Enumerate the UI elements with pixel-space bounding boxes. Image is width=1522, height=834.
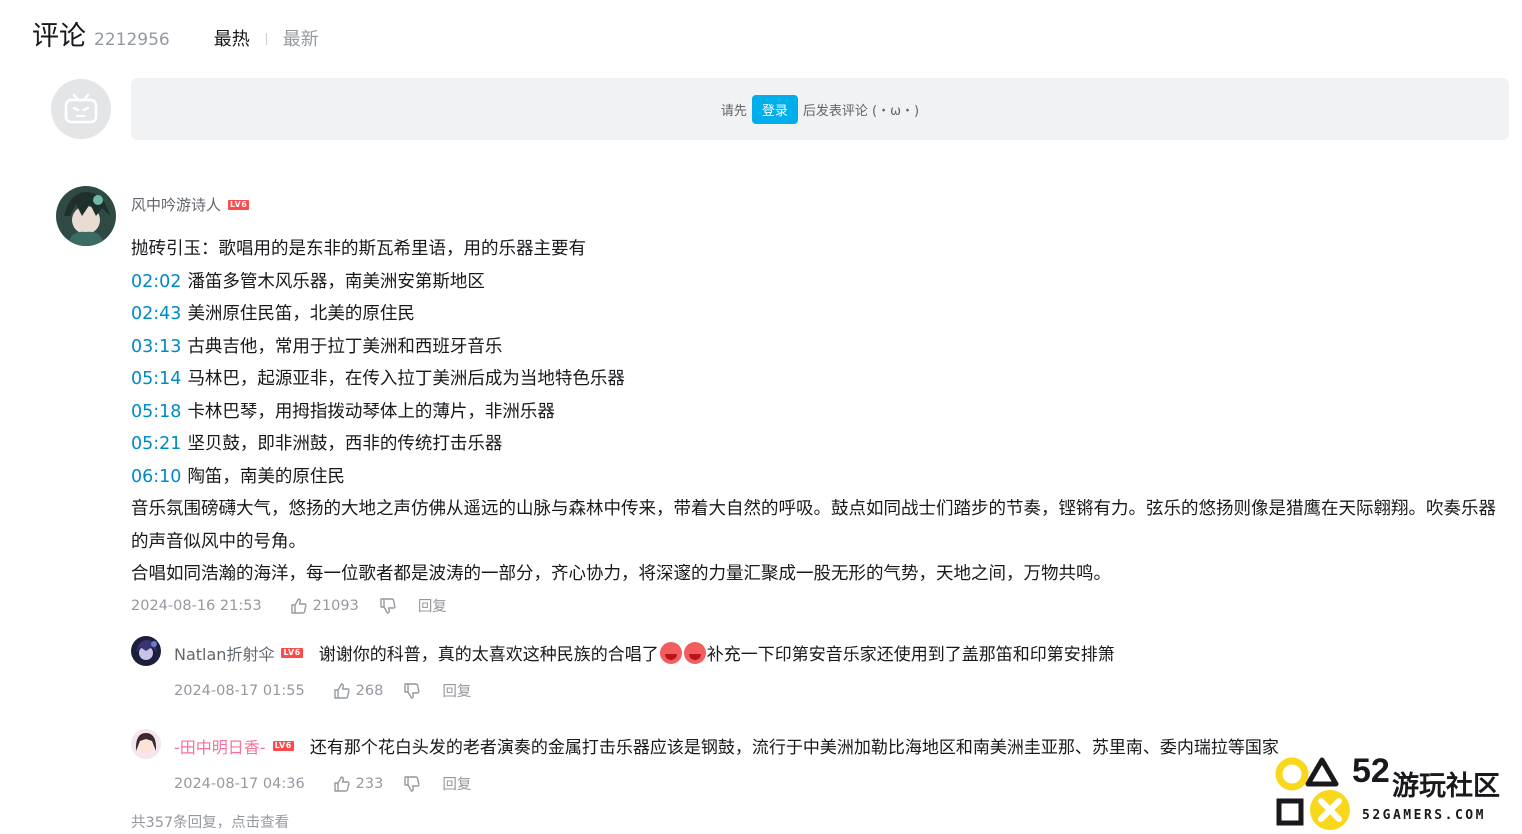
comments-count: 2212956 <box>94 30 170 50</box>
thumbs-down-icon <box>380 597 396 614</box>
thumbs-up-icon <box>290 597 307 614</box>
avatar-image <box>56 186 116 246</box>
level-badge: LV6 <box>228 199 250 210</box>
timestamp-link[interactable]: 02:02 <box>131 272 181 292</box>
timestamp-link[interactable]: 05:14 <box>131 369 181 389</box>
reply-username[interactable]: Natlan折射伞 <box>174 641 274 665</box>
comment-content: 抛砖引玉：歌唱用的是东非的斯瓦希里语，用的乐器主要有 02:02 潘笛多管木风乐器… <box>131 233 1501 591</box>
tab-hot[interactable]: 最热 <box>214 25 250 51</box>
reply-line: -田中明日香- LV6 还有那个花白头发的老者演奏的金属打击乐器应该是钢鼓，流行… <box>174 733 1279 759</box>
comment-line: 抛砖引玉：歌唱用的是东非的斯瓦希里语，用的乐器主要有 <box>131 233 1501 266</box>
reply-button[interactable]: 回复 <box>442 773 471 794</box>
thumbs-down-icon <box>404 775 420 792</box>
reply-time: 2024-08-17 04:36 <box>174 775 305 792</box>
guest-avatar <box>51 79 111 139</box>
watermark-number: 52 <box>1352 752 1390 790</box>
reply-button[interactable]: 回复 <box>442 680 471 701</box>
comment-line: 05:18 卡林巴琴，用拇指拨动琴体上的薄片，非洲乐器 <box>131 396 1501 429</box>
site-watermark: 52 游玩社区 52GAMERS.COM <box>1272 752 1522 834</box>
reply-avatar[interactable] <box>131 729 161 759</box>
dislike-button[interactable] <box>403 775 426 793</box>
reply-line: Natlan折射伞 LV6 谢谢你的科普，真的太喜欢这种民族的合唱了 补充一下印第… <box>174 640 1115 665</box>
comment-meta: 2024-08-16 21:53 21093 回复 <box>131 595 447 616</box>
watermark-domain: 52GAMERS.COM <box>1362 808 1486 823</box>
comments-title: 评论 <box>32 21 86 52</box>
level-badge: LV6 <box>272 740 294 751</box>
comment-text: 抛砖引玉：歌唱用的是东非的斯瓦希里语，用的乐器主要有 <box>131 239 586 259</box>
comment-line: 05:14 马林巴，起源亚非，在传入拉丁美洲后成为当地特色乐器 <box>131 363 1501 396</box>
comment-text: 潘笛多管木风乐器，南美洲安第斯地区 <box>187 271 485 292</box>
like-count: 268 <box>355 682 384 699</box>
like-button[interactable]: 21093 <box>290 597 359 615</box>
comment-text: 古典吉他，常用于拉丁美洲和西班牙音乐 <box>187 336 503 357</box>
comment-line: 05:21 坚贝鼓，即非洲鼓，西非的传统打击乐器 <box>131 428 1501 461</box>
reply-time: 2024-08-17 01:55 <box>174 682 305 699</box>
reply-meta: 2024-08-17 04:36 233 回复 <box>174 773 471 794</box>
view-more-replies-link[interactable]: 共357条回复，点击查看 <box>131 811 289 832</box>
comment-text: 卡林巴琴，用拇指拨动琴体上的薄片，非洲乐器 <box>187 401 555 422</box>
like-count: 233 <box>355 775 384 792</box>
comment-text: 陶笛，南美的原住民 <box>187 466 345 487</box>
timestamp-link[interactable]: 03:13 <box>131 337 181 357</box>
comment-header: 评论 2212956 最热 最新 <box>32 14 319 54</box>
comment-time: 2024-08-16 21:53 <box>131 597 262 614</box>
timestamp-link[interactable]: 02:43 <box>131 304 181 324</box>
thumbs-down-icon <box>404 682 420 699</box>
comment-paragraph: 合唱如同浩瀚的海洋，每一位歌者都是波涛的一部分，齐心协力，将深邃的力量汇聚成一股… <box>131 564 1111 584</box>
avatar-image <box>131 729 161 759</box>
reply-avatar[interactable] <box>131 636 161 666</box>
comment-text: 坚贝鼓，即非洲鼓，西非的传统打击乐器 <box>187 434 503 454</box>
tab-divider <box>265 33 267 45</box>
reply-text-part: 补充一下印第安音乐家还使用到了盖那笛和印第安排箫 <box>706 645 1115 665</box>
reply-text: 还有那个花白头发的老者演奏的金属打击乐器应该是钢鼓，流行于中美洲加勒比海地区和南… <box>309 738 1279 758</box>
login-button[interactable]: 登录 <box>751 94 798 124</box>
comment-paragraph: 音乐氛围磅礴大气，悠扬的大地之声仿佛从遥远的山脉与森林中传来，带着大自然的呼吸。… <box>131 499 1496 552</box>
avatar-image <box>131 636 161 666</box>
tab-new[interactable]: 最新 <box>283 25 319 51</box>
reply-text: 谢谢你的科普，真的太喜欢这种民族的合唱了 补充一下印第安音乐家还使用到了盖那笛和印… <box>319 640 1115 665</box>
reply-username[interactable]: -田中明日香- <box>174 734 266 758</box>
username[interactable]: 风中吟游诗人 <box>131 194 221 215</box>
gamepad-symbols-icon <box>1275 757 1350 830</box>
login-prefix: 请先 <box>720 103 747 119</box>
timestamp-link[interactable]: 05:21 <box>131 434 181 454</box>
timestamp-link[interactable]: 06:10 <box>131 467 181 487</box>
comment-line: 06:10 陶笛，南美的原住民 <box>131 461 1501 494</box>
reply-button[interactable]: 回复 <box>418 595 447 616</box>
dislike-button[interactable] <box>403 682 426 700</box>
like-button[interactable]: 233 <box>333 775 384 793</box>
reply-text-part: 谢谢你的科普，真的太喜欢这种民族的合唱了 <box>318 645 659 665</box>
comment-login-box[interactable]: 请先 登录 后发表评论 (・ω・) <box>131 78 1509 140</box>
comment-line: 02:43 美洲原住民笛，北美的原住民 <box>131 298 1501 331</box>
watermark-name: 游玩社区 <box>1392 771 1500 802</box>
thumbs-up-icon <box>333 682 350 699</box>
heart-eyes-emoji-icon <box>659 642 682 664</box>
timestamp-link[interactable]: 05:18 <box>131 402 181 422</box>
comment-author: 风中吟游诗人 LV6 <box>131 194 250 215</box>
comment-text: 美洲原住民笛，北美的原住民 <box>187 304 415 324</box>
comment-line: 02:02 潘笛多管木风乐器，南美洲安第斯地区 <box>131 266 1501 299</box>
dislike-button[interactable] <box>379 597 402 615</box>
heart-eyes-emoji-icon <box>683 642 706 664</box>
like-button[interactable]: 268 <box>333 682 384 700</box>
reply-meta: 2024-08-17 01:55 268 回复 <box>174 680 471 701</box>
comment-line: 03:13 古典吉他，常用于拉丁美洲和西班牙音乐 <box>131 331 1501 364</box>
thumbs-up-icon <box>333 775 350 792</box>
level-badge: LV6 <box>281 647 303 658</box>
comment-text: 马林巴，起源亚非，在传入拉丁美洲后成为当地特色乐器 <box>187 369 625 389</box>
tv-mascot-icon <box>64 93 98 124</box>
login-suffix: 后发表评论 (・ω・) <box>802 103 920 119</box>
like-count: 21093 <box>312 597 359 614</box>
avatar[interactable] <box>56 186 116 246</box>
